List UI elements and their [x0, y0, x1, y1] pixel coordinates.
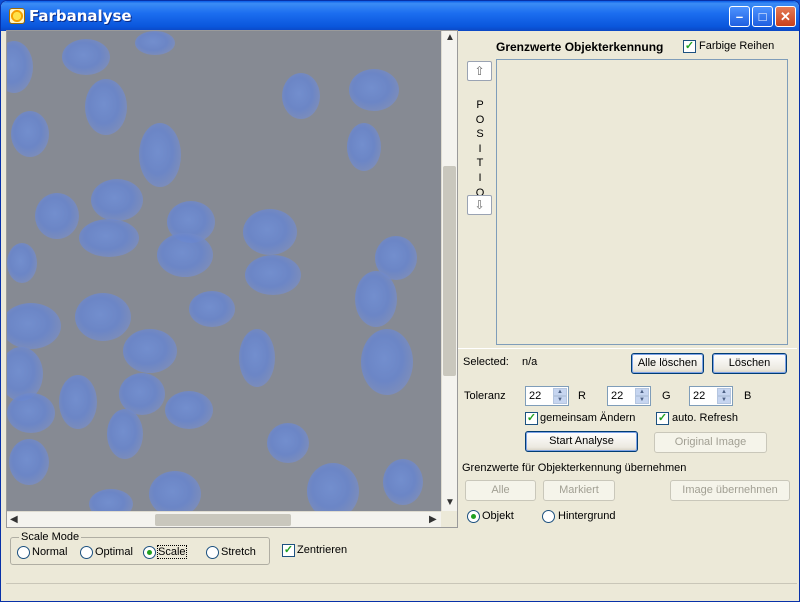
- colored-rows-checkbox[interactable]: ✓: [683, 40, 696, 53]
- selected-value: n/a: [522, 356, 538, 368]
- divider: [458, 348, 797, 349]
- scale-mode-area: Scale Mode Normal Optimal Scale Stretch …: [6, 528, 797, 581]
- b-label: B: [744, 390, 752, 402]
- arrow-up-icon: ⇧: [474, 64, 485, 78]
- background-label: Hintergrund: [558, 510, 616, 522]
- vertical-scroll-thumb[interactable]: [443, 166, 456, 376]
- maximize-button[interactable]: □: [752, 6, 773, 27]
- tolerance-g-input[interactable]: 22 ▲ ▼: [607, 386, 651, 406]
- scale-mode-title: Scale Mode: [19, 531, 82, 543]
- arrow-down-icon: ⇩: [474, 198, 485, 212]
- scroll-left-icon[interactable]: ◀: [10, 514, 18, 525]
- maximize-icon: □: [758, 9, 767, 24]
- tolerance-b-input[interactable]: 22 ▲ ▼: [689, 386, 733, 406]
- move-down-button[interactable]: ⇩: [467, 195, 492, 215]
- scale-scale-radio[interactable]: [143, 546, 156, 559]
- apply-all-button[interactable]: Alle: [465, 480, 536, 501]
- window-title: Farbanalyse: [29, 7, 132, 25]
- vertical-scrollbar[interactable]: ▲ ▼: [441, 31, 457, 512]
- auto-refresh-label: auto. Refresh: [672, 412, 739, 424]
- apply-marked-button[interactable]: Markiert: [543, 480, 615, 501]
- scale-scale-label: Scale: [157, 545, 187, 559]
- scale-optimal-radio[interactable]: [80, 546, 93, 559]
- tolerance-r-input[interactable]: 22 ▲ ▼: [525, 386, 569, 406]
- clear-all-button[interactable]: Alle löschen: [631, 353, 704, 374]
- center-label: Zentrieren: [297, 544, 348, 556]
- object-label: Objekt: [482, 510, 514, 522]
- scroll-down-icon[interactable]: ▼: [445, 497, 455, 508]
- scroll-right-icon[interactable]: ▶: [429, 514, 437, 525]
- control-panel: Grenzwerte Objekterkennung ✓ Farbige Rei…: [458, 30, 797, 528]
- size-grip[interactable]: [441, 511, 457, 527]
- image-pane: ▲ ▼ ◀ ▶: [6, 30, 458, 528]
- tolerance-label: Toleranz: [464, 390, 506, 402]
- horizontal-scrollbar[interactable]: ◀ ▶: [7, 511, 442, 527]
- microscopy-image[interactable]: [7, 31, 442, 512]
- minimize-button[interactable]: –: [729, 6, 750, 27]
- scale-stretch-radio[interactable]: [206, 546, 219, 559]
- delete-button[interactable]: Löschen: [712, 353, 787, 374]
- colored-rows-label: Farbige Reihen: [699, 40, 775, 52]
- spinner-icon[interactable]: ▲ ▼: [553, 388, 567, 404]
- background-radio[interactable]: [542, 510, 555, 523]
- scale-normal-radio[interactable]: [17, 546, 30, 559]
- r-label: R: [578, 390, 586, 402]
- status-bar: [6, 583, 797, 599]
- center-checkbox[interactable]: ✓: [282, 544, 295, 557]
- horizontal-scroll-thumb[interactable]: [155, 514, 291, 526]
- close-button[interactable]: ✕: [775, 6, 796, 27]
- title-bar[interactable]: Farbanalyse – □ ✕: [1, 1, 799, 31]
- change-together-checkbox[interactable]: ✓: [525, 412, 538, 425]
- scroll-up-icon[interactable]: ▲: [445, 32, 455, 43]
- scale-normal-label: Normal: [32, 546, 68, 558]
- app-window: Farbanalyse – □ ✕ ▲ ▼ ◀ ▶ Grenzwerte Obj…: [0, 0, 800, 602]
- spinner-icon[interactable]: ▲ ▼: [717, 388, 731, 404]
- move-up-button[interactable]: ⇧: [467, 61, 492, 81]
- change-together-label: gemeinsam Ändern: [540, 412, 636, 424]
- spinner-icon[interactable]: ▲ ▼: [635, 388, 649, 404]
- apply-image-button[interactable]: Image übernehmen: [670, 480, 790, 501]
- g-label: G: [662, 390, 671, 402]
- app-icon: [9, 8, 25, 24]
- auto-refresh-checkbox[interactable]: ✓: [656, 412, 669, 425]
- threshold-heading: Grenzwerte Objekterkennung: [496, 40, 664, 54]
- close-icon: ✕: [780, 9, 791, 24]
- threshold-list[interactable]: [496, 59, 788, 345]
- scale-optimal-label: Optimal: [95, 546, 133, 558]
- original-image-button[interactable]: Original Image: [654, 432, 767, 453]
- selected-label: Selected:: [463, 356, 509, 368]
- apply-section-label: Grenzwerte für Objekterkennung übernehme…: [462, 462, 687, 474]
- object-radio[interactable]: [467, 510, 480, 523]
- scale-mode-group: Scale Mode Normal Optimal Scale Stretch: [10, 531, 270, 565]
- scale-stretch-label: Stretch: [221, 546, 256, 558]
- start-analysis-button[interactable]: Start Analyse: [525, 431, 638, 452]
- minimize-icon: –: [735, 9, 744, 24]
